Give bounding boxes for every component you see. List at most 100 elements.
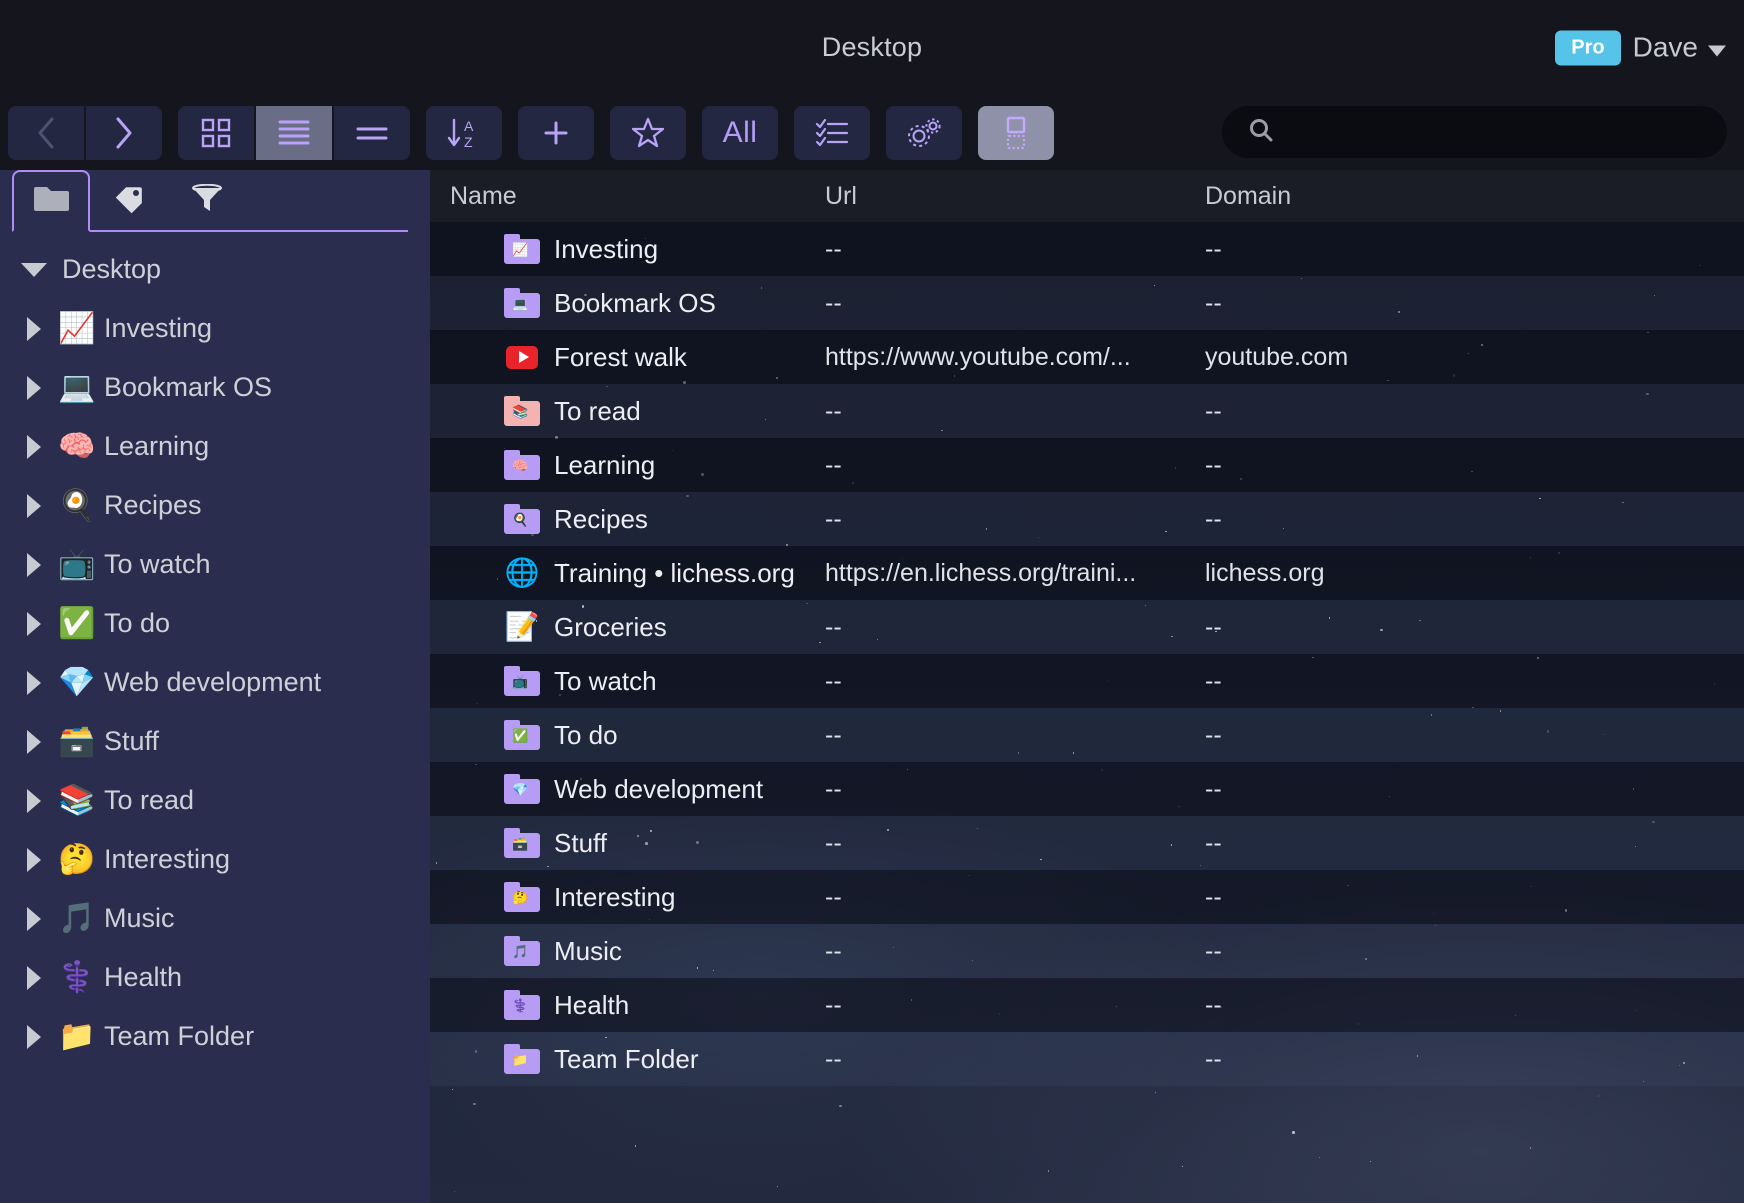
twisty-collapsed-icon[interactable] [14,965,54,990]
sidebar-item-web-development[interactable]: 💎 Web development [0,653,430,712]
table-row[interactable]: 📺 To watch -- -- [430,654,1744,708]
table-row[interactable]: 📚 To read -- -- [430,384,1744,438]
sidebar-item-to-read[interactable]: 📚 To read [0,771,430,830]
sidebar-item-label: Web development [104,667,322,697]
cell-domain: -- [1205,774,1222,803]
folder-icon: 💎 [504,774,540,804]
compact-view-icon [355,123,389,143]
table-row[interactable]: 🤔 Interesting -- -- [430,870,1744,924]
table-row[interactable]: 📁 Team Folder -- -- [430,1032,1744,1086]
cell-name: 🎵 Music [430,936,825,967]
sidebar-item-to-watch[interactable]: 📺 To watch [0,535,430,594]
table-row[interactable]: ⚕️ Health -- -- [430,978,1744,1032]
sidebar-item-learning[interactable]: 🧠 Learning [0,417,430,476]
search-box[interactable] [1222,106,1727,158]
sidebar-item-label: Bookmark OS [104,372,273,402]
table-row[interactable]: Forest walk https://www.youtube.com/... yo… [430,330,1744,384]
folder-emoji-icon: 🗃️ [58,725,96,758]
sidebar-item-health[interactable]: ⚕️ Health [0,948,430,1007]
column-header-url[interactable]: Url [825,182,1205,211]
panel-toggle-button[interactable] [978,105,1054,160]
table-row[interactable]: 📈 Investing -- -- [430,222,1744,276]
table-row[interactable]: 🌐 Training • lichess.org https://en.liches… [430,546,1744,600]
settings-button[interactable] [886,105,962,160]
twisty-collapsed-icon[interactable] [14,375,54,400]
folder-tree: Desktop 📈 Investing 💻 Bookmark OS 🧠 Learning 🍳… [0,232,430,1066]
user-area: Pro Dave [1555,30,1726,65]
twisty-collapsed-icon[interactable] [14,906,54,931]
row-name-label: Forest walk [554,341,687,372]
twisty-collapsed-icon[interactable] [14,729,54,754]
sidebar-item-label: Stuff [104,726,160,756]
twisty-collapsed-icon[interactable] [14,788,54,813]
cell-url: -- [825,234,842,263]
chevron-down-icon[interactable] [1708,45,1726,56]
folder-emoji-icon: 📈 [58,312,96,345]
sidebar-item-label: Music [104,903,175,933]
table-row[interactable]: 🍳 Recipes -- -- [430,492,1744,546]
sidebar-item-recipes[interactable]: 🍳 Recipes [0,476,430,535]
twisty-collapsed-icon[interactable] [14,434,54,459]
search-input[interactable] [1288,121,1688,143]
table-row[interactable]: 🧠 Learning -- -- [430,438,1744,492]
table-row[interactable]: 🗃️ Stuff -- -- [430,816,1744,870]
svg-text:Z: Z [464,134,473,150]
twisty-collapsed-icon[interactable] [14,847,54,872]
sidebar-item-investing[interactable]: 📈 Investing [0,299,430,358]
sidebar-item-desktop[interactable]: Desktop [0,240,430,299]
sidebar-item-stuff[interactable]: 🗃️ Stuff [0,712,430,771]
sidebar-item-to-do[interactable]: ✅ To do [0,594,430,653]
pro-badge: Pro [1555,30,1621,65]
cell-url: -- [825,720,842,749]
table-row[interactable]: 💎 Web development -- -- [430,762,1744,816]
sidebar-item-label: Investing [104,313,213,343]
twisty-collapsed-icon[interactable] [14,670,54,695]
twisty-collapsed-icon[interactable] [14,611,54,636]
list-view-button[interactable] [256,105,332,160]
sidebar-tab-filters[interactable] [168,170,246,232]
sort-az-icon: A Z [446,116,482,150]
column-header-domain[interactable]: Domain [1205,182,1744,211]
twisty-collapsed-icon[interactable] [14,1024,54,1049]
back-button[interactable] [8,105,84,160]
sidebar-item-interesting[interactable]: 🤔 Interesting [0,830,430,889]
cell-url: -- [825,774,842,803]
sidebar-item-music[interactable]: 🎵 Music [0,889,430,948]
favorites-button[interactable] [610,105,686,160]
forward-button[interactable] [86,105,162,160]
twisty-collapsed-icon[interactable] [14,316,54,341]
table-row[interactable]: 🎵 Music -- -- [430,924,1744,978]
add-button[interactable] [518,105,594,160]
sidebar-item-bookmark-os[interactable]: 💻 Bookmark OS [0,358,430,417]
row-name-label: Groceries [554,611,667,642]
sidebar-item-label: Team Folder [104,1021,255,1051]
row-name-label: To read [554,395,641,426]
grid-view-button[interactable] [178,105,254,160]
table-row[interactable]: ✅ To do -- -- [430,708,1744,762]
sidebar-tab-tags[interactable] [90,170,168,232]
column-header-name[interactable]: Name [430,182,825,211]
cell-domain: -- [1205,396,1222,425]
cell-domain: lichess.org [1205,558,1325,587]
user-name[interactable]: Dave [1633,32,1698,64]
sort-button-group: A Z [426,105,502,160]
all-filter-button[interactable]: All [702,105,778,160]
sidebar-tab-folders[interactable] [12,170,90,232]
sort-button[interactable]: A Z [426,105,502,160]
table-row[interactable]: 💻 Bookmark OS -- -- [430,276,1744,330]
svg-text:A: A [464,118,474,134]
star-dot [1047,1170,1050,1172]
compact-view-button[interactable] [334,105,410,160]
table-row[interactable]: 📝 Groceries -- -- [430,600,1744,654]
folder-emoji-icon: 🎵 [58,902,96,935]
twisty-expanded-icon[interactable] [14,262,54,277]
cell-domain: youtube.com [1205,342,1349,371]
sidebar-item-label: To do [104,608,171,638]
twisty-collapsed-icon[interactable] [14,493,54,518]
twisty-collapsed-icon[interactable] [14,552,54,577]
folder-icon: 📈 [504,234,540,264]
cell-name: Forest walk [430,342,825,373]
grid-view-icon [201,118,231,148]
sidebar-item-team-folder[interactable]: 📁 Team Folder [0,1007,430,1066]
checklist-button[interactable] [794,105,870,160]
